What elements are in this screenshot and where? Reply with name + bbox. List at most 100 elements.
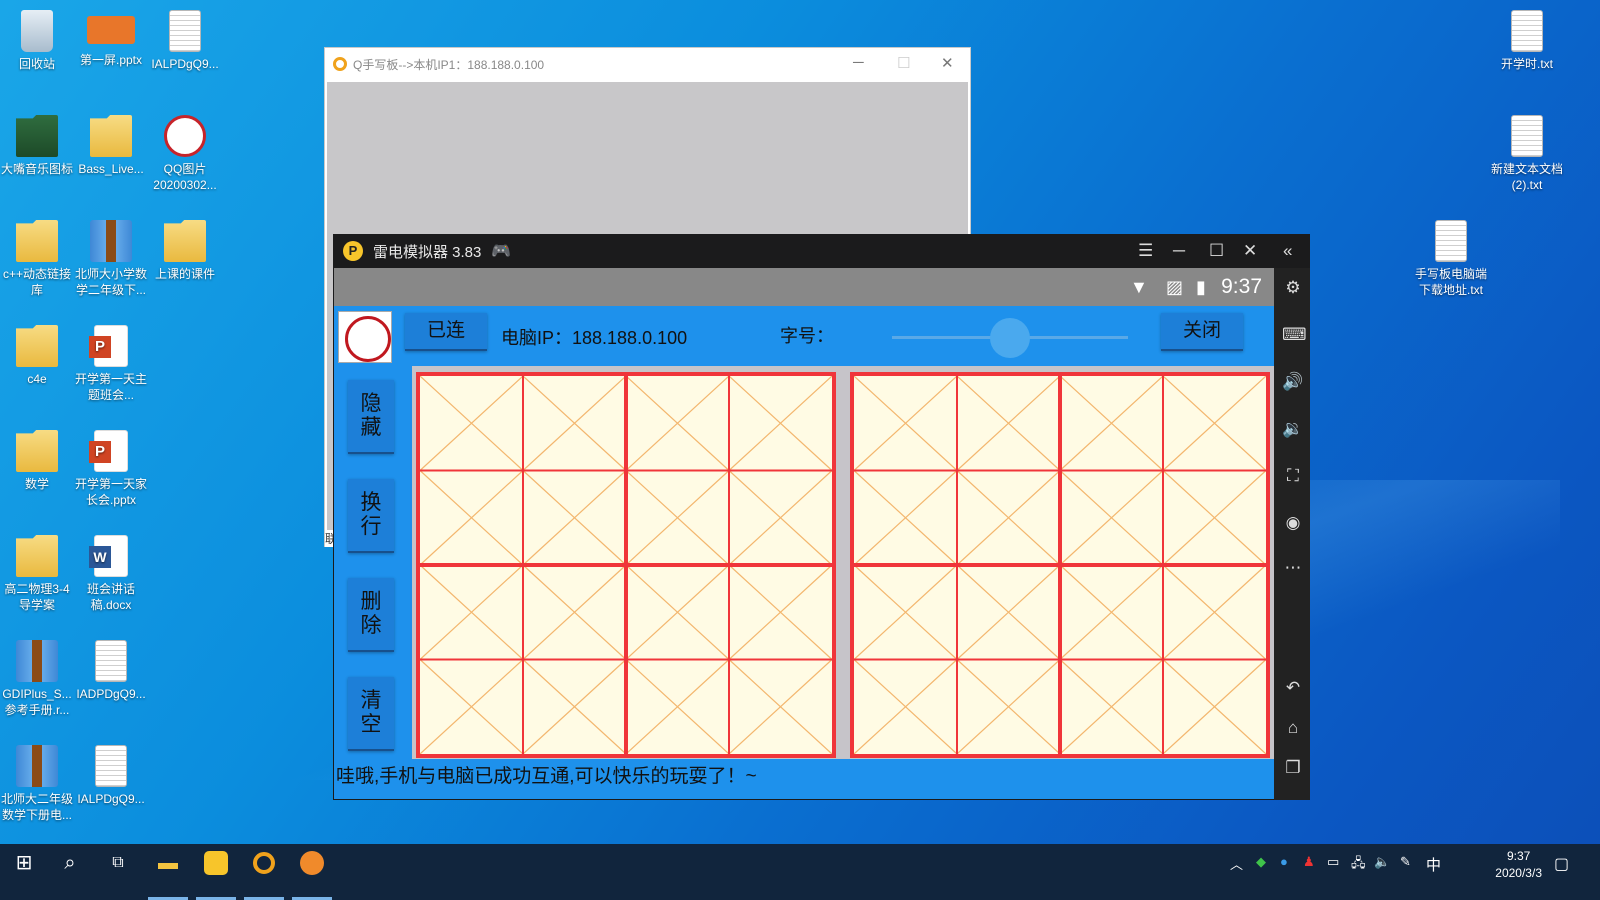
qq-tray-icon[interactable]: ♟ xyxy=(1303,854,1315,870)
android-status-bar: ▼ ▨ ▮ 9:37 xyxy=(334,268,1274,306)
no-sim-icon: ▨ xyxy=(1166,277,1184,297)
minimize-icon[interactable]: ─ xyxy=(1173,241,1185,261)
record-icon[interactable]: ◉ xyxy=(1282,513,1304,533)
desktop-icon[interactable]: 高二物理3-4导学案 xyxy=(0,531,74,613)
desktop-icon[interactable]: c++动态链接库 xyxy=(0,216,74,298)
desktop-icon[interactable]: 班会讲话稿.docx xyxy=(74,531,148,613)
winrar-archive-icon xyxy=(16,745,58,787)
desktop-icon[interactable]: 大嘴音乐图标 xyxy=(0,111,74,177)
volume-icon[interactable]: 🔈 xyxy=(1374,854,1390,870)
desktop-icon[interactable]: 北师大二年级数学下册电... xyxy=(0,741,74,823)
tray-device-icon[interactable]: ▭ xyxy=(1327,854,1339,870)
status-message: 哇哦,手机与电脑已成功互通,可以快乐的玩耍了！~ xyxy=(336,766,757,787)
keyboard-icon[interactable]: ⌨ xyxy=(1282,325,1307,345)
folder-icon xyxy=(16,220,58,262)
desktop-icon[interactable]: QQ图片20200302... xyxy=(148,111,222,193)
task-view-icon[interactable]: ⧉ xyxy=(94,844,142,900)
folder-icon xyxy=(16,430,58,472)
desktop-icon[interactable]: 手写板电脑端下载地址.txt xyxy=(1414,216,1488,298)
font-size-slider-thumb[interactable] xyxy=(990,318,1030,358)
desktop-icon[interactable]: 数学 xyxy=(0,426,74,492)
writing-grid-left[interactable] xyxy=(416,372,836,758)
computer-ip-label: 电脑IP：188.188.0.100 xyxy=(501,328,688,348)
desktop-icon-label: 新建文本文档(2).txt xyxy=(1490,162,1563,192)
writing-grid-right[interactable] xyxy=(850,372,1270,758)
desktop-icon[interactable]: 开学第一天主题班会... xyxy=(74,321,148,403)
clear-button[interactable]: 清空 xyxy=(348,677,394,751)
desktop-icon-label: 回收站 xyxy=(18,57,55,71)
more-icon[interactable]: ⋯ xyxy=(1282,558,1304,578)
notifications-icon[interactable]: ▢ xyxy=(1554,854,1569,874)
qq-image-icon xyxy=(164,115,206,157)
ld-emulator-window[interactable]: P 雷电模拟器 3.83 🎮 ☰ ─ ☐ ✕ « ▼ ▨ ▮ 9:37 已连 电… xyxy=(333,234,1310,800)
tray-app-icon[interactable]: ◆ xyxy=(1256,854,1266,870)
desktop-icon[interactable]: 开学时.txt xyxy=(1490,6,1564,72)
fullscreen-icon[interactable]: ⛶ xyxy=(1282,466,1304,486)
desktop-icon[interactable]: 回收站 xyxy=(0,6,74,72)
volume-up-icon[interactable]: 🔊 xyxy=(1282,372,1304,392)
back-icon[interactable]: ↶ xyxy=(1282,678,1304,698)
collapse-sidebar-icon[interactable]: « xyxy=(1283,241,1292,261)
desktop-icon[interactable]: c4e xyxy=(0,321,74,387)
desktop-icon[interactable]: IADPDgQ9... xyxy=(74,636,148,702)
maximize-icon[interactable]: ☐ xyxy=(897,54,910,72)
emulator-sidebar: ⚙ ⌨ 🔊 🔉 ⛶ ◉ ⋯ ↶ ⌂ ❐ xyxy=(1274,268,1310,800)
desktop-icon[interactable]: 新建文本文档(2).txt xyxy=(1490,111,1564,193)
menu-icon[interactable]: ☰ xyxy=(1138,241,1153,261)
q-window-titlebar[interactable]: Q手写板-->本机IP1：188.188.0.100 xyxy=(325,48,970,80)
desktop-icon[interactable]: 北师大小学数学二年级下... xyxy=(74,216,148,298)
minimize-icon[interactable]: ─ xyxy=(853,54,864,71)
ime-indicator[interactable]: 中 xyxy=(1426,854,1441,875)
file-explorer-icon[interactable]: ▬ xyxy=(144,844,192,900)
show-hidden-icons-icon[interactable]: ︿ xyxy=(1230,854,1243,873)
winrar-archive-icon xyxy=(16,640,58,682)
desktop-icon-label: 班会讲话稿.docx xyxy=(86,582,135,612)
search-icon[interactable]: ⌕ xyxy=(46,844,94,900)
folder-icon xyxy=(16,115,58,157)
ld-emulator-taskbar-icon[interactable] xyxy=(192,844,240,900)
emulator-titlebar[interactable]: P 雷电模拟器 3.83 🎮 xyxy=(333,234,1310,268)
android-screen[interactable]: ▼ ▨ ▮ 9:37 已连 电脑IP：188.188.0.100 字号：50 关… xyxy=(334,268,1274,799)
delete-button[interactable]: 删除 xyxy=(348,578,394,652)
powerpoint-file-icon xyxy=(89,430,128,472)
maximize-icon[interactable]: ☐ xyxy=(1209,241,1224,261)
gamepad-icon[interactable]: 🎮 xyxy=(491,241,511,261)
close-button[interactable]: 关闭 xyxy=(1161,313,1243,351)
close-icon[interactable]: ✕ xyxy=(941,54,954,72)
tray-shield-icon[interactable]: ● xyxy=(1280,854,1288,869)
settings-icon[interactable]: ⚙ xyxy=(1282,278,1304,298)
pen-icon[interactable]: ✎ xyxy=(1400,854,1411,870)
folder-icon xyxy=(16,325,58,367)
desktop-icon[interactable]: 开学第一天家长会.pptx xyxy=(74,426,148,508)
close-icon[interactable]: ✕ xyxy=(1243,241,1257,261)
desktop-icon[interactable]: Bass_Live... xyxy=(74,111,148,177)
desktop-icon[interactable]: 第一屏.pptx xyxy=(74,6,148,68)
desktop-icon[interactable]: IALPDgQ9... xyxy=(74,741,148,807)
pptx-thumbnail-icon xyxy=(87,16,135,44)
folder-icon xyxy=(16,535,58,577)
folder-icon xyxy=(164,220,206,262)
network-icon[interactable]: 🖧 xyxy=(1351,854,1366,876)
taskbar: ⊞ ⌕ ⧉ ▬ ︿ ◆ ● ♟ ▭ 🖧 🔈 ✎ 中 9:37 2020/3/3 … xyxy=(0,844,1600,900)
desktop-icon-label: 高二物理3-4导学案 xyxy=(4,582,70,612)
desktop-icon[interactable]: IALPDgQ9... xyxy=(148,6,222,72)
volume-down-icon[interactable]: 🔉 xyxy=(1282,419,1304,439)
desktop-icon-label: IALPDgQ9... xyxy=(77,792,145,806)
folder-icon xyxy=(90,115,132,157)
status-time: 9:37 xyxy=(1221,275,1262,298)
newline-button[interactable]: 换行 xyxy=(348,479,394,553)
connected-button[interactable]: 已连 xyxy=(405,313,487,351)
q-handwriting-taskbar-icon[interactable] xyxy=(240,844,288,900)
home-icon[interactable]: ⌂ xyxy=(1282,718,1304,738)
powerpoint-file-icon xyxy=(89,325,128,367)
app-taskbar-icon[interactable] xyxy=(288,844,336,900)
start-windows-icon[interactable]: ⊞ xyxy=(0,844,48,900)
desktop-icon-label: c4e xyxy=(27,372,47,386)
desktop-icon-label: 开学第一天家长会.pptx xyxy=(74,477,147,507)
desktop-icon[interactable]: GDIPlus_S...参考手册.r... xyxy=(0,636,74,718)
font-size-label: 字号：50 xyxy=(780,326,834,344)
hide-button[interactable]: 隐藏 xyxy=(348,380,394,454)
recent-apps-icon[interactable]: ❐ xyxy=(1282,758,1304,778)
desktop-icon[interactable]: 上课的课件 xyxy=(148,216,222,282)
taskbar-clock[interactable]: 9:37 2020/3/3 xyxy=(1495,848,1542,882)
